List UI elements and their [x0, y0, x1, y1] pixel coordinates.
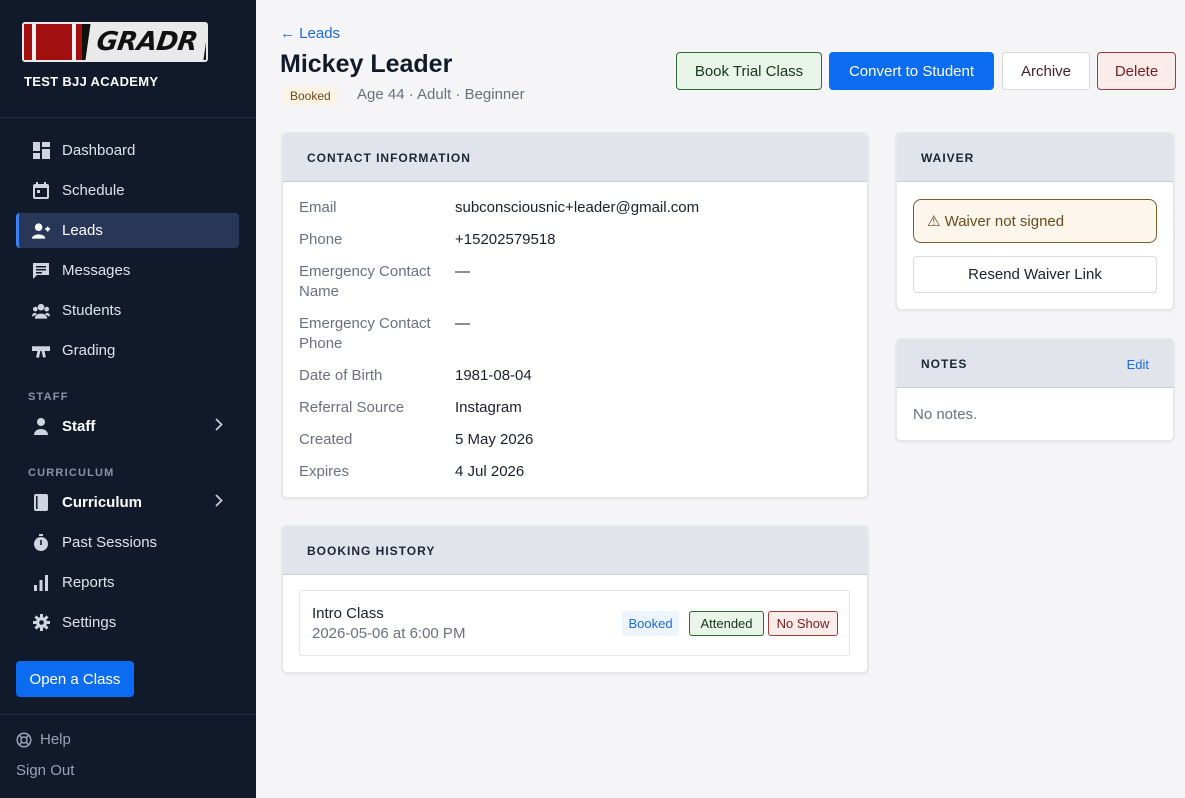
notes-body: No notes. — [913, 406, 978, 423]
field-value: — — [455, 263, 470, 280]
contact-information-card: CONTACT INFORMATION Email subconsciousni… — [283, 134, 867, 497]
edit-notes-link[interactable]: Edit — [1127, 357, 1149, 372]
card-title: CONTACT INFORMATION — [283, 134, 867, 182]
field-value: — — [455, 315, 470, 332]
sidebar-item-students[interactable]: Students — [16, 293, 239, 328]
delete-button[interactable]: Delete — [1097, 52, 1176, 90]
archive-button[interactable]: Archive — [1002, 52, 1090, 90]
academy-name: TEST BJJ ACADEMY — [24, 74, 159, 89]
open-class-button[interactable]: Open a Class — [16, 661, 134, 697]
sign-out-link[interactable]: Sign Out — [16, 762, 74, 779]
sidebar-item-label: Past Sessions — [62, 534, 158, 551]
sidebar-item-label: Messages — [62, 262, 131, 279]
sidebar-item-leads[interactable]: Leads — [16, 213, 239, 248]
bar-chart-icon — [32, 574, 50, 592]
book-icon — [32, 494, 50, 512]
booking-class-name: Intro Class — [312, 605, 384, 622]
sidebar-item-staff[interactable]: Staff — [16, 409, 239, 444]
belt-logo-icon — [24, 24, 82, 60]
convert-to-student-button[interactable]: Convert to Student — [829, 52, 994, 90]
field-label: Date of Birth — [299, 367, 383, 384]
page-title: Mickey Leader — [280, 50, 453, 78]
lifebuoy-icon — [16, 731, 32, 748]
sidebar-item-label: Reports — [62, 574, 115, 591]
card-title: WAIVER — [897, 134, 1173, 182]
waiver-card: WAIVER ⚠ Waiver not signed Resend Waiver… — [897, 134, 1173, 309]
group-icon — [32, 302, 50, 320]
message-icon — [32, 262, 50, 280]
notes-card: NOTES Edit No notes. — [897, 340, 1173, 440]
booking-date: 2026-05-06 at 6:00 PM — [312, 625, 466, 642]
sidebar-item-dashboard[interactable]: Dashboard — [16, 133, 239, 168]
mark-attended-button[interactable]: Attended — [689, 611, 764, 636]
sidebar-item-reports[interactable]: Reports — [16, 565, 239, 600]
sidebar-item-label: Settings — [62, 614, 117, 631]
curriculum-section-label: CURRICULUM — [28, 467, 115, 479]
field-label: Email — [299, 199, 337, 216]
chevron-right-icon — [215, 494, 223, 512]
field-value: subconsciousnic+leader@gmail.com — [455, 199, 700, 216]
stopwatch-icon — [32, 534, 50, 552]
booking-status-badge: Booked — [622, 611, 679, 636]
sidebar-item-past-sessions[interactable]: Past Sessions — [16, 525, 239, 560]
sidebar-item-label: Staff — [62, 418, 96, 435]
field-label: Created — [299, 431, 353, 448]
sidebar-item-label: Grading — [62, 342, 116, 359]
field-label: Emergency Contact Phone — [299, 315, 431, 352]
waiver-not-signed-alert: ⚠ Waiver not signed — [913, 199, 1157, 243]
sidebar: GRADR TEST BJJ ACADEMY Dashboard Schedul… — [0, 0, 256, 798]
chevron-right-icon — [215, 418, 223, 436]
mark-no-show-button[interactable]: No Show — [768, 611, 838, 636]
sidebar-item-label: Students — [62, 302, 122, 319]
back-to-leads-link[interactable]: ← Leads — [280, 25, 340, 42]
sidebar-divider — [0, 117, 256, 118]
field-label: Referral Source — [299, 399, 405, 416]
dashboard-icon — [32, 142, 50, 160]
sidebar-item-label: Schedule — [62, 182, 125, 199]
logo-wordmark: GRADR — [85, 24, 206, 60]
sidebar-item-settings[interactable]: Settings — [16, 605, 239, 640]
field-label: Emergency Contact Name — [299, 263, 431, 300]
card-title: BOOKING HISTORY — [283, 527, 867, 575]
staff-section-label: STAFF — [28, 391, 69, 403]
field-label: Phone — [299, 231, 343, 248]
sidebar-item-curriculum[interactable]: Curriculum — [16, 485, 239, 520]
gear-icon — [32, 614, 50, 632]
booking-item: Intro Class 2026-05-06 at 6:00 PM Booked… — [299, 590, 850, 656]
sidebar-item-label: Leads — [62, 222, 103, 239]
booking-history-card: BOOKING HISTORY Intro Class 2026-05-06 a… — [283, 527, 867, 672]
field-value: +15202579518 — [455, 231, 556, 248]
field-value: 4 Jul 2026 — [455, 463, 525, 480]
help-label: Help — [40, 731, 71, 748]
book-trial-class-button[interactable]: Book Trial Class — [676, 52, 822, 90]
sidebar-item-messages[interactable]: Messages — [16, 253, 239, 288]
gradr-logo[interactable]: GRADR — [22, 22, 208, 62]
sidebar-item-grading[interactable]: Grading — [16, 333, 239, 368]
lead-subtitle: Age 44 · Adult · Beginner — [357, 86, 525, 103]
calendar-icon — [32, 182, 50, 200]
notes-header: NOTES Edit — [897, 340, 1173, 388]
sidebar-item-schedule[interactable]: Schedule — [16, 173, 239, 208]
sidebar-item-label: Dashboard — [62, 142, 136, 159]
status-badge: Booked — [283, 87, 338, 105]
person-icon — [32, 418, 50, 436]
field-value: Instagram — [455, 399, 522, 416]
help-link[interactable]: Help — [16, 731, 71, 748]
sidebar-item-label: Curriculum — [62, 494, 143, 511]
resend-waiver-link-button[interactable]: Resend Waiver Link — [913, 256, 1157, 293]
add-user-icon — [32, 222, 50, 240]
belt-icon — [32, 342, 50, 360]
card-title: NOTES — [921, 356, 968, 371]
sidebar-divider — [0, 714, 256, 715]
field-value: 1981-08-04 — [455, 367, 532, 384]
field-label: Expires — [299, 463, 350, 480]
field-value: 5 May 2026 — [455, 431, 534, 448]
